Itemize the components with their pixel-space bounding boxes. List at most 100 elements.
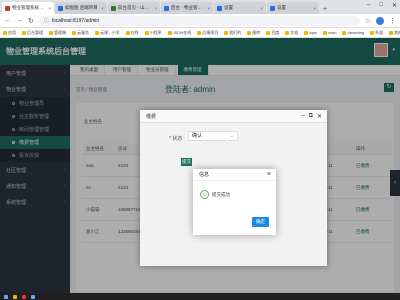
folder-icon [144,30,149,35]
bookmark-item[interactable]: csdn [323,30,336,35]
folder-icon [285,30,290,35]
bookmark-label: 小程序 [149,29,162,35]
bookmark-label: 应用 [8,29,16,35]
bookmark-label: 云课 - 小学 [100,29,120,35]
close-tab-icon[interactable]: × [48,6,51,11]
folder-icon [304,30,309,35]
submit-button[interactable]: 提交 [181,158,192,166]
bookmark-item[interactable]: 小程序 [144,29,162,36]
maximize-icon[interactable]: ⧉ [309,113,313,120]
bookmark-item[interactable]: dreaming [342,30,364,35]
start-icon[interactable] [4,294,8,299]
bookmark-label: 百度 [271,29,280,35]
folder-icon [49,30,53,35]
bookmark-label: csdn [328,30,337,35]
bookmark-item[interactable]: 在线 [125,30,139,36]
browser-tab-title: 如图图 后端项目 [65,5,98,10]
folder-icon [3,30,7,35]
browser-tab[interactable]: 物业管理系统后台 × [2,2,54,14]
bookmarks-bar: 应用 后台管理 管理端 云服务 云课 - 小学 在线 小程序 JSON在线 后端项目 我们的 图库 百… [0,28,400,38]
ok-button[interactable]: 确定 [252,217,269,227]
url-text: localhost:8197/admin [51,17,100,24]
folder-icon [167,30,172,35]
alert-message: 提交成功 [212,192,230,197]
browser-tab-title: 物业管理系统后台 [12,5,47,10]
close-tab-icon[interactable]: × [260,6,263,11]
favicon-icon [58,5,63,11]
bookmark-label: 文档 [290,29,299,35]
folder-icon [370,30,375,35]
minimize-icon[interactable]: – [301,113,304,120]
favicon-icon [217,5,222,11]
maximize-icon[interactable]: □ [379,2,383,9]
status-field-label: * 状态 [169,136,183,142]
folder-icon [72,30,76,35]
bookmark-label: 其他收藏夹 [394,29,400,35]
bookmark-label: 后台管理 [27,29,43,35]
bookmark-item[interactable]: 管理端 [49,30,66,36]
close-window-icon[interactable]: ✕ [392,2,397,9]
favicon-icon [5,5,10,11]
folder-icon [22,30,26,35]
bookmark-item[interactable]: 百度 [266,30,279,36]
close-icon[interactable]: ✕ [317,113,322,120]
close-tab-icon[interactable]: × [154,6,157,11]
bookmark-item[interactable]: 应用 [3,30,16,36]
os-taskbar [0,293,400,300]
browser-tab[interactable]: 设置 × [214,2,266,14]
forward-icon[interactable]: → [16,17,23,24]
close-tab-icon[interactable]: × [101,6,104,11]
bookmark-item[interactable]: JSON在线 [167,30,191,36]
folder-icon [389,30,394,35]
taskbar-app-icon[interactable] [31,294,35,299]
alert-dialog: 信息 × ☺ 提交成功 确定 [193,169,276,235]
browser-tab-strip: 物业管理系统后台×如图图 后端项目×前台首页 - 山东口×后台 · 物业管理平台… [0,0,400,14]
url-input[interactable]: ⓘ localhost:8197/admin [38,15,360,26]
menu-icon[interactable]: ⋮ [389,17,396,25]
bookmark-item[interactable]: 我们的 [224,30,241,36]
bookmark-label: 管理端 [54,29,66,35]
browser-tab[interactable]: 后台 · 物业管理平台× [161,2,213,14]
folder-icon [323,30,328,35]
bookmark-label: 图库 [252,29,261,35]
bookmark-item[interactable]: 外部 [370,30,383,36]
folder-icon [266,30,271,35]
bookmark-label: 云服务 [77,29,89,35]
minimize-icon[interactable]: – [367,2,370,9]
bookmark-item[interactable]: 其他收藏夹 [389,30,400,36]
browser-tab[interactable]: 设置 × [267,2,319,14]
taskbar-app-icon[interactable] [22,294,26,299]
bookmark-label: 我们的 [229,29,242,35]
close-icon[interactable]: × [267,171,276,178]
bookmark-item[interactable]: 后端项目 [197,30,218,36]
folder-icon [224,30,229,35]
back-icon[interactable]: ← [4,17,11,24]
taskbar-app-icon[interactable] [13,294,17,299]
bookmark-star-icon[interactable]: ☆ [365,17,371,25]
folder-icon [342,30,347,35]
bookmark-item[interactable]: 文档 [285,30,298,36]
modal-tools: – ⧉ ✕ [301,113,327,120]
close-tab-icon[interactable]: × [207,6,210,11]
folder-icon [125,30,130,35]
bookmark-label: Ajax [309,30,318,35]
reload-icon[interactable]: ↻ [28,17,34,25]
folder-icon [95,30,99,35]
favicon-icon [270,5,275,11]
browser-tab[interactable]: 如图图 后端项目 × [55,2,107,14]
status-select[interactable]: 确认 ⌄ [188,131,238,141]
browser-tab[interactable]: 前台首页 - 山东口 × [108,2,160,14]
close-tab-icon[interactable]: × [313,6,316,11]
browser-tab-title: 设置 [277,5,286,10]
browser-tab-title: 前台首页 - 山东口 [118,5,153,10]
bookmark-item[interactable]: 后台管理 [22,30,43,36]
bookmark-item[interactable]: 云课 - 小学 [95,30,120,36]
bookmark-item[interactable]: Ajax [304,30,317,35]
folder-icon [247,30,252,35]
window-controls: – □ ✕ [367,2,397,9]
bookmark-item[interactable]: 图库 [247,30,260,36]
app-root: 物业管理系统后台管理 ≡ ▾ 用户管理 ‹ 物业管理 ‹ 物业管理员 业主服务管理 房间管理… [0,38,400,293]
new-tab-icon[interactable]: + [323,6,327,13]
profile-icon[interactable] [376,16,384,25]
bookmark-item[interactable]: 云服务 [72,30,89,36]
